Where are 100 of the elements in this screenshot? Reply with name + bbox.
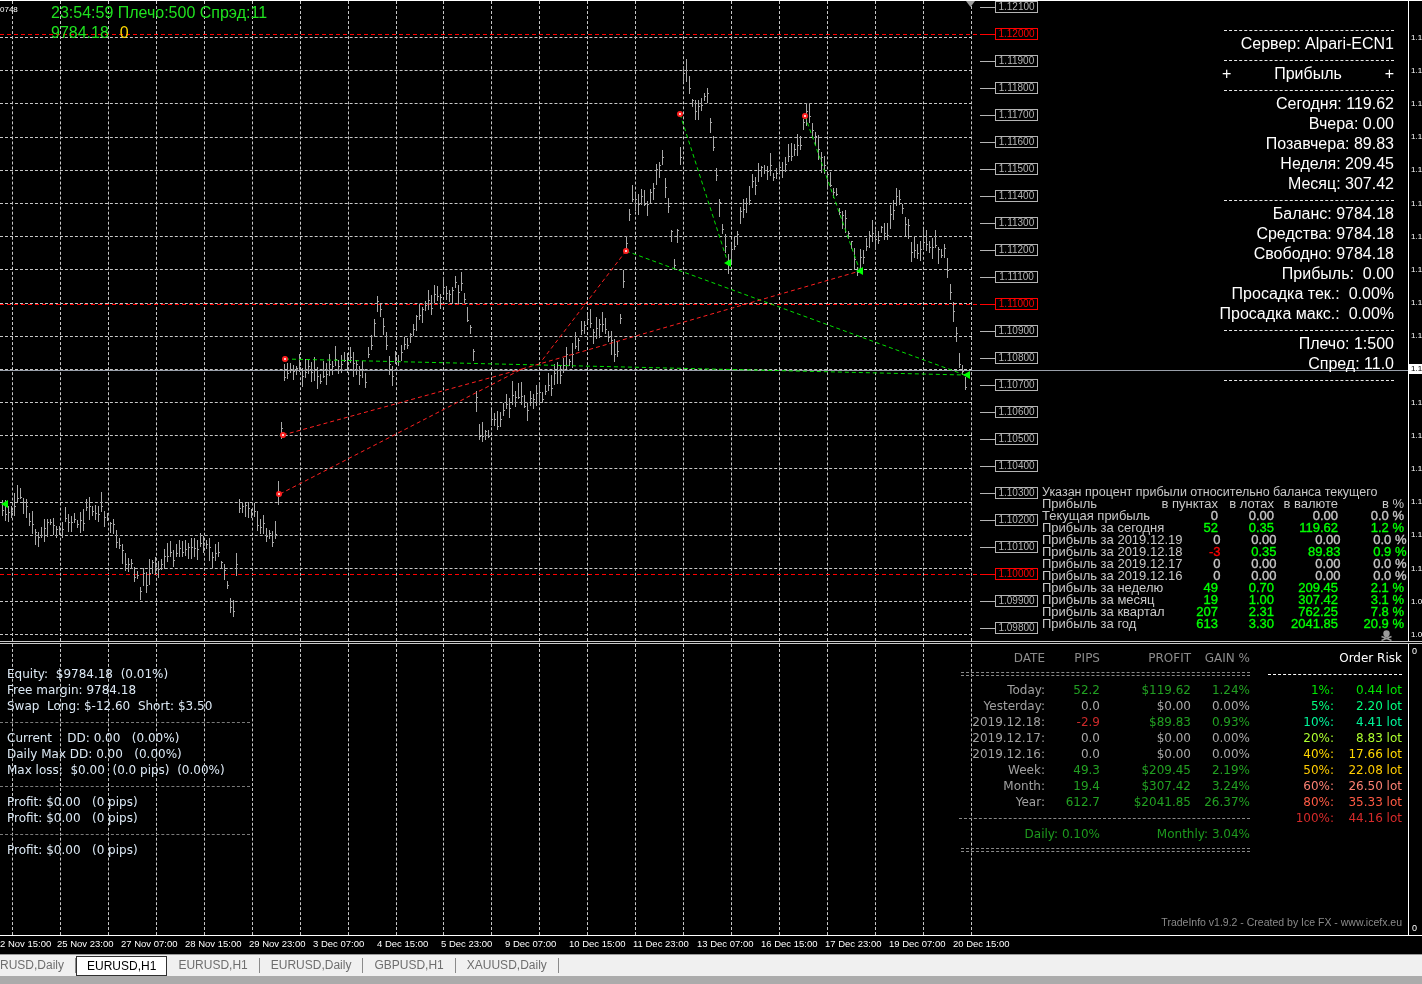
table-cell-text: 19.4 [1072, 778, 1100, 794]
table-cell-text: -2.9 [1075, 714, 1100, 730]
chart-tab[interactable]: EURUSD,H1 [76, 956, 168, 976]
table-cell-text: 89.83 [1306, 546, 1341, 558]
lot-size: 44.16 lot [1347, 810, 1402, 826]
time-label: 20 Dec 15:00 [953, 937, 1011, 951]
risk-percent: 80%: [1302, 794, 1334, 810]
lot-size: 22.08 lot [1347, 762, 1402, 778]
axis-label: 1.1 [1410, 98, 1422, 109]
axis-label: 1.1 [1410, 298, 1422, 309]
chart-tab[interactable]: XAUUSD,Daily [455, 958, 559, 973]
price-level-label: 1.11900 [995, 55, 1038, 67]
table-cell-text: 0.0 [1079, 746, 1100, 762]
price-level-label: 1.10200 [995, 514, 1038, 526]
price-level-label: 1.11100 [995, 271, 1038, 283]
risk-percent: 1%: [1309, 682, 1334, 698]
row-label: Year: [1014, 794, 1045, 810]
table-cell-text: 0 [1212, 534, 1221, 546]
table-cell-text: 3.24% [1210, 778, 1250, 794]
time-label: 2 Nov 15:00 [0, 937, 53, 951]
risk-percent: 5%: [1309, 698, 1334, 714]
lot-size: 0.44 lot [1355, 682, 1402, 698]
trading-terms: Спред: 11.0 [1307, 354, 1394, 374]
summary-text: Profit: $0.00 (0 pips) [7, 842, 139, 858]
column-header: в лотах [1228, 498, 1274, 510]
account-stat: Просадка тек.: 0.00% [1230, 284, 1394, 304]
risk-percent: 60%: [1302, 778, 1334, 794]
table-cell-text: 0 [1212, 570, 1221, 582]
axis-label: 1.1 [1410, 165, 1422, 176]
summary-text: Current DD: 0.00 (0.00%) [7, 730, 181, 746]
row-label: Yesterday: [982, 698, 1045, 714]
column-header: PIPS [1073, 650, 1100, 666]
table-cell-text: 0.0 % [1372, 534, 1407, 546]
axis-label: 1.1 [1410, 264, 1422, 275]
summary-text: Free margin: 9784.18 [7, 682, 138, 698]
profit-stat: Неделя: 209.45 [1279, 154, 1394, 174]
axis-label: 1.1 [1410, 231, 1422, 242]
row-label: Прибыль за 2019.12.16 [1042, 570, 1183, 582]
time-label: 27 Nov 07:00 [121, 937, 179, 951]
section-title: Order Risk [1338, 650, 1402, 666]
table-cell-text: 0.00% [1210, 746, 1250, 762]
summary-text: Max loss: $0.00 (0.0 pips) (0.00%) [7, 762, 226, 778]
table-cell-text: 0.0 % [1369, 510, 1404, 522]
table-cell-text: 0.00 [1250, 534, 1277, 546]
price-level-label: 1.11500 [995, 163, 1038, 175]
table-cell-text: 0.0 [1079, 698, 1100, 714]
time-label: 19 Dec 07:00 [889, 937, 947, 951]
table-cell-text: 0.00 [1250, 558, 1277, 570]
table-cell-text: 762.25 [1297, 606, 1338, 618]
axis-label: 0 [1412, 923, 1418, 934]
lot-size: 26.50 lot [1347, 778, 1402, 794]
price-level-label: 1.11700 [995, 109, 1038, 121]
table-cell-text: 1.00 [1247, 594, 1274, 606]
axis-label: 0 [1412, 646, 1418, 657]
axis-label: 1.0 [1410, 596, 1422, 607]
account-stat: Прибыль: 0.00 [1280, 264, 1394, 284]
time-label: 3 Dec 07:00 [313, 937, 366, 951]
axis-label: 1.1 [1410, 563, 1422, 574]
table-cell-text: 20.9 % [1362, 618, 1404, 630]
table-cell-text: $307.42 [1140, 778, 1191, 794]
table-cell-text: 0.00% [1210, 730, 1250, 746]
profit-stat: Позавчера: 89.83 [1264, 134, 1394, 154]
price-level-label: 1.09800 [995, 622, 1038, 634]
table-cell-text: 0.00% [1210, 698, 1250, 714]
table-cell-text: $0.00 [1155, 730, 1191, 746]
chart-tab[interactable]: EURUSD,Daily [259, 958, 364, 973]
section-title: Прибыль [1274, 64, 1342, 84]
account-stat: Просадка макс.: 0.00% [1218, 304, 1394, 324]
credit-text: TradeInfo v1.9.2 - Created by Ice FX - www.icefx.eu [1160, 916, 1402, 928]
table-cell-text: 49.3 [1072, 762, 1100, 778]
price-level-label: 1.10500 [995, 433, 1038, 445]
corner-label: 0748 [0, 4, 19, 15]
table-cell-text: 0.0 [1079, 730, 1100, 746]
price-level-label: 1.11800 [995, 82, 1038, 94]
axis-label: 1.1 [1410, 397, 1422, 408]
chart-tab[interactable]: GBPUSD,H1 [363, 958, 456, 973]
chart-tab[interactable]: EURUSD,H1 [167, 958, 260, 973]
axis-label: 1.1 [1410, 65, 1422, 76]
axis-label: 1.1 [1410, 530, 1422, 541]
price-level-label: 1.10300 [995, 487, 1038, 499]
table-cell-text: 0.35 [1250, 546, 1277, 558]
axis-label: 1.1 [1410, 198, 1422, 209]
table-cell-text: 0.0 % [1372, 570, 1407, 582]
profit-stat: Сегодня: 119.62 [1275, 94, 1394, 114]
table-cell-text: 2.31 [1247, 606, 1274, 618]
table-cell-text: 0.00 [1314, 534, 1341, 546]
table-cell-text: 26.37% [1203, 794, 1250, 810]
row-label: Прибыль за 2019.12.19 [1042, 534, 1183, 546]
table-cell-text: 0.9 % [1372, 546, 1407, 558]
table-cell-text: $2041.85 [1132, 794, 1191, 810]
row-label: Today: [1006, 682, 1045, 698]
table-cell-text: 0.35 [1247, 522, 1274, 534]
price-level-label: 1.10700 [995, 379, 1038, 391]
column-header: в валюте [1282, 498, 1338, 510]
row-label: 2019.12.16: [971, 746, 1045, 762]
risk-percent: 10%: [1302, 714, 1334, 730]
axis-label: 1.1 [1410, 331, 1422, 342]
summary-text: Profit: $0.00 (0 pips) [7, 810, 139, 826]
axis-label: 1.0 [1410, 629, 1422, 640]
profit-stat: Месяц: 307.42 [1286, 174, 1394, 194]
